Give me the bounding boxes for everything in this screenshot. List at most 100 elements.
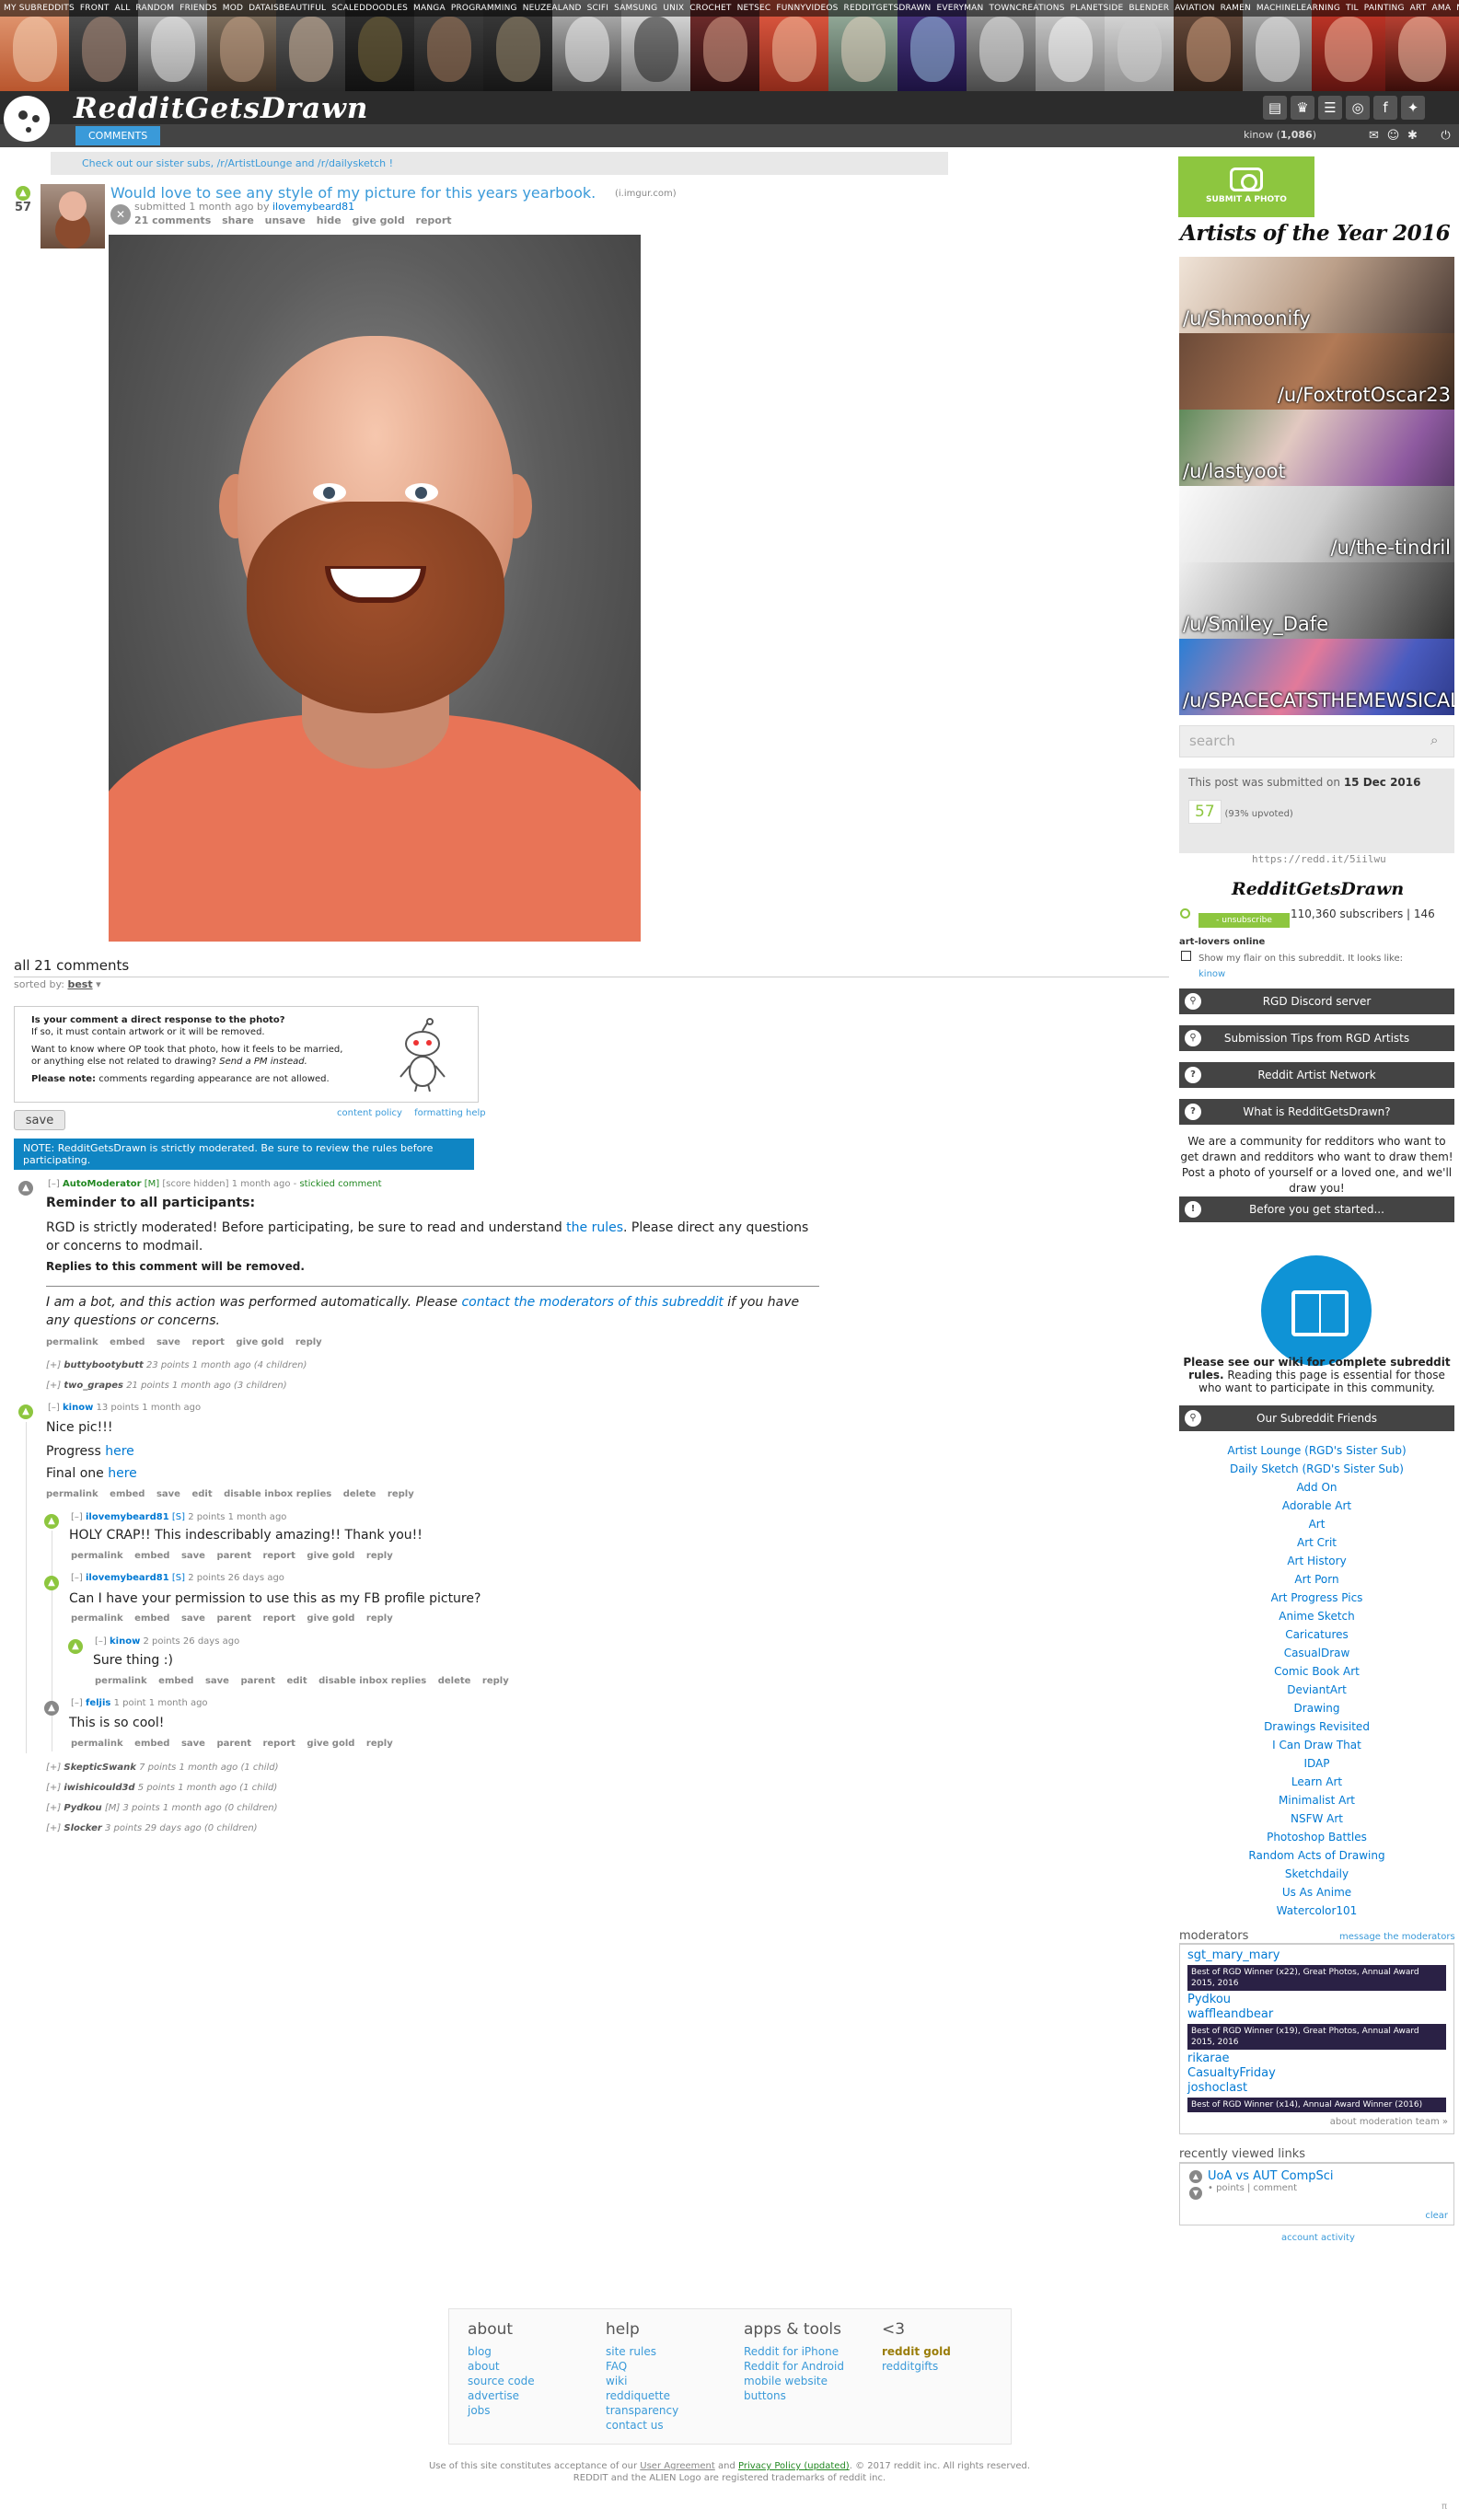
post-title[interactable]: Would love to see any style of my pictur… (110, 184, 596, 202)
artist-of-year-item[interactable]: /u/lastyoot (1179, 410, 1454, 486)
comment-toggle[interactable]: [–] (71, 1573, 83, 1583)
subreddit-bar-link[interactable]: SCALEDDOODLES (331, 4, 408, 13)
moderator-link[interactable]: joshoclast (1187, 2081, 1446, 2096)
parent-link[interactable]: parent (216, 1551, 251, 1561)
footer-link[interactable]: Reddit for Android (744, 2359, 863, 2374)
privacy-policy-link[interactable]: Privacy Policy (updated) (738, 2461, 850, 2471)
artist-of-year-item[interactable]: /u/SPACECATSTHEMEWSICAL (1179, 639, 1454, 715)
artist-of-year-item[interactable]: /u/Smiley_Dafe (1179, 562, 1454, 639)
collapse-expando-close-icon[interactable]: ✕ (110, 204, 131, 225)
subreddit-friends-header[interactable]: ⚲ Our Subreddit Friends (1179, 1405, 1454, 1431)
comment-author[interactable]: two_grapes (64, 1381, 123, 1391)
moderator-link[interactable]: rikarae (1187, 2052, 1446, 2066)
friend-subreddit-link[interactable]: Adorable Art (1179, 1497, 1454, 1515)
footer-link[interactable]: about (468, 2359, 535, 2374)
subreddit-bar-link[interactable]: PLANETSIDE (1071, 4, 1124, 13)
friend-subreddit-link[interactable]: CasualDraw (1179, 1644, 1454, 1662)
collapsed-comment[interactable]: [+] Pydkou [M] 3 points 1 month ago (0 c… (46, 1803, 278, 1813)
upvote-arrow-icon[interactable]: ▲ (68, 1639, 83, 1654)
twitter-icon[interactable]: ✦ (1401, 96, 1425, 120)
subreddit-bar-link[interactable]: FRIENDS (179, 4, 217, 13)
collapsed-comment[interactable]: [+] buttybootybutt 23 points 1 month ago… (46, 1360, 307, 1370)
subreddit-bar-link[interactable]: SCIFI (587, 4, 608, 13)
embed-link[interactable]: embed (134, 1613, 169, 1624)
permalink-link[interactable]: permalink (71, 1739, 123, 1749)
subreddit-bar-link[interactable]: DATAISBEAUTIFUL (249, 4, 326, 13)
comment-author[interactable]: Pydkou (64, 1803, 101, 1813)
upvote-arrow-icon[interactable]: ▲ (18, 1404, 33, 1419)
subreddit-bar-link[interactable]: TOWNCREATIONS (989, 4, 1064, 13)
give-gold-link[interactable]: give gold (236, 1337, 284, 1347)
footer-link[interactable]: jobs (468, 2403, 535, 2418)
logout-power-icon[interactable]: ⏻ (1438, 128, 1453, 144)
reply-link[interactable]: reply (366, 1551, 393, 1561)
subreddit-bar-link[interactable]: FUNNYVIDEOS (776, 4, 838, 13)
shortlink[interactable]: https://redd.it/5iilwu (1252, 853, 1386, 865)
save-link[interactable]: save (205, 1676, 229, 1686)
report-link[interactable]: report (262, 1739, 295, 1749)
give-gold-link[interactable]: give gold (307, 1551, 354, 1561)
comment-toggle[interactable]: [–] (71, 1698, 83, 1708)
facebook-icon[interactable]: f (1373, 96, 1397, 120)
save-link[interactable]: save (181, 1613, 205, 1624)
footer-link[interactable]: reddiquette (606, 2388, 678, 2403)
submission-tips-button[interactable]: ⚲ Submission Tips from RGD Artists (1179, 1025, 1454, 1051)
comment-toggle[interactable]: [–] (48, 1403, 60, 1413)
embed-link[interactable]: embed (110, 1337, 145, 1347)
moderator-link[interactable]: CasualtyFriday (1187, 2066, 1446, 2081)
subreddit-bar-link[interactable]: UNIX (663, 4, 684, 13)
friend-subreddit-link[interactable]: Art (1179, 1515, 1454, 1533)
collapsed-comment[interactable]: [+] Slocker 3 points 29 days ago (0 chil… (46, 1823, 258, 1833)
book-icon[interactable]: ▤ (1263, 96, 1287, 120)
subreddit-brand[interactable]: RedditGetsDrawn (74, 92, 368, 125)
upvote-arrow-icon[interactable]: ▲ (44, 1514, 59, 1529)
discord-server-button[interactable]: ⚲ RGD Discord server (1179, 988, 1454, 1014)
delete-link[interactable]: delete (438, 1676, 471, 1686)
friend-subreddit-link[interactable]: Art Porn (1179, 1570, 1454, 1589)
account-activity-link[interactable]: account activity (1281, 2233, 1355, 2243)
comment-author[interactable]: feljis (86, 1698, 110, 1708)
modmail-icon[interactable]: ☺ (1385, 128, 1401, 144)
comment-author[interactable]: kinow (110, 1636, 140, 1647)
save-link[interactable]: save (181, 1739, 205, 1749)
friend-subreddit-link[interactable]: Artist Lounge (RGD's Sister Sub) (1179, 1441, 1454, 1460)
subreddit-bar-link[interactable]: SAMSUNG (614, 4, 657, 13)
subreddit-bar-link[interactable]: CROCHET (689, 4, 731, 13)
comment-toggle[interactable]: [+] (46, 1823, 61, 1833)
subreddit-bar-link[interactable]: MACHINELEARNING (1256, 4, 1340, 13)
post-share-link[interactable]: share (222, 214, 254, 226)
permalink-link[interactable]: permalink (46, 1489, 98, 1499)
disable-inbox-replies-link[interactable]: disable inbox replies (318, 1676, 426, 1686)
friend-subreddit-link[interactable]: Drawings Revisited (1179, 1717, 1454, 1736)
permalink-link[interactable]: permalink (71, 1551, 123, 1561)
parent-link[interactable]: parent (240, 1676, 275, 1686)
message-moderators-link[interactable]: message the moderators (1339, 1932, 1455, 1942)
permalink-link[interactable]: permalink (46, 1337, 98, 1347)
footer-link[interactable]: buttons (744, 2388, 863, 2403)
subreddit-bar-link[interactable]: ART (1410, 4, 1427, 13)
friend-subreddit-link[interactable]: Anime Sketch (1179, 1607, 1454, 1625)
comment-author[interactable]: ilovemybeard81 (86, 1512, 169, 1522)
sort-value[interactable]: best (67, 978, 92, 990)
collapsed-comment[interactable]: [+] two_grapes 21 points 1 month ago (3 … (46, 1381, 287, 1391)
subreddit-bar-link[interactable]: MANGA (413, 4, 446, 13)
save-link[interactable]: save (156, 1337, 180, 1347)
progress-link[interactable]: here (105, 1444, 134, 1459)
subreddit-title[interactable]: RedditGetsDrawn (1232, 879, 1404, 899)
give-gold-link[interactable]: give gold (307, 1613, 354, 1624)
artist-of-year-item[interactable]: /u/the-tindril (1179, 486, 1454, 562)
collapsed-comment[interactable]: [+] SkepticSwank 7 points 1 month ago (1… (46, 1763, 279, 1773)
comment-toggle[interactable]: [+] (46, 1803, 61, 1813)
post-domain[interactable]: (i.imgur.com) (615, 189, 677, 199)
footer-link[interactable]: FAQ (606, 2359, 678, 2374)
subreddit-bar-link[interactable]: REDDITGETSDRAWN (844, 4, 932, 13)
subreddit-bar-link[interactable]: FRONT (80, 4, 110, 13)
friend-subreddit-link[interactable]: Art History (1179, 1552, 1454, 1570)
friend-subreddit-link[interactable]: Minimalist Art (1179, 1791, 1454, 1809)
subreddit-bar-link[interactable]: TIL (1346, 4, 1359, 13)
footer-link[interactable]: site rules (606, 2344, 678, 2359)
post-author-link[interactable]: ilovemybeard81 (272, 201, 354, 213)
artist-network-button[interactable]: ? Reddit Artist Network (1179, 1062, 1454, 1088)
search-icon[interactable]: ⌕ (1430, 732, 1438, 748)
subreddit-bar-link[interactable]: NEUZEALAND (523, 4, 582, 13)
